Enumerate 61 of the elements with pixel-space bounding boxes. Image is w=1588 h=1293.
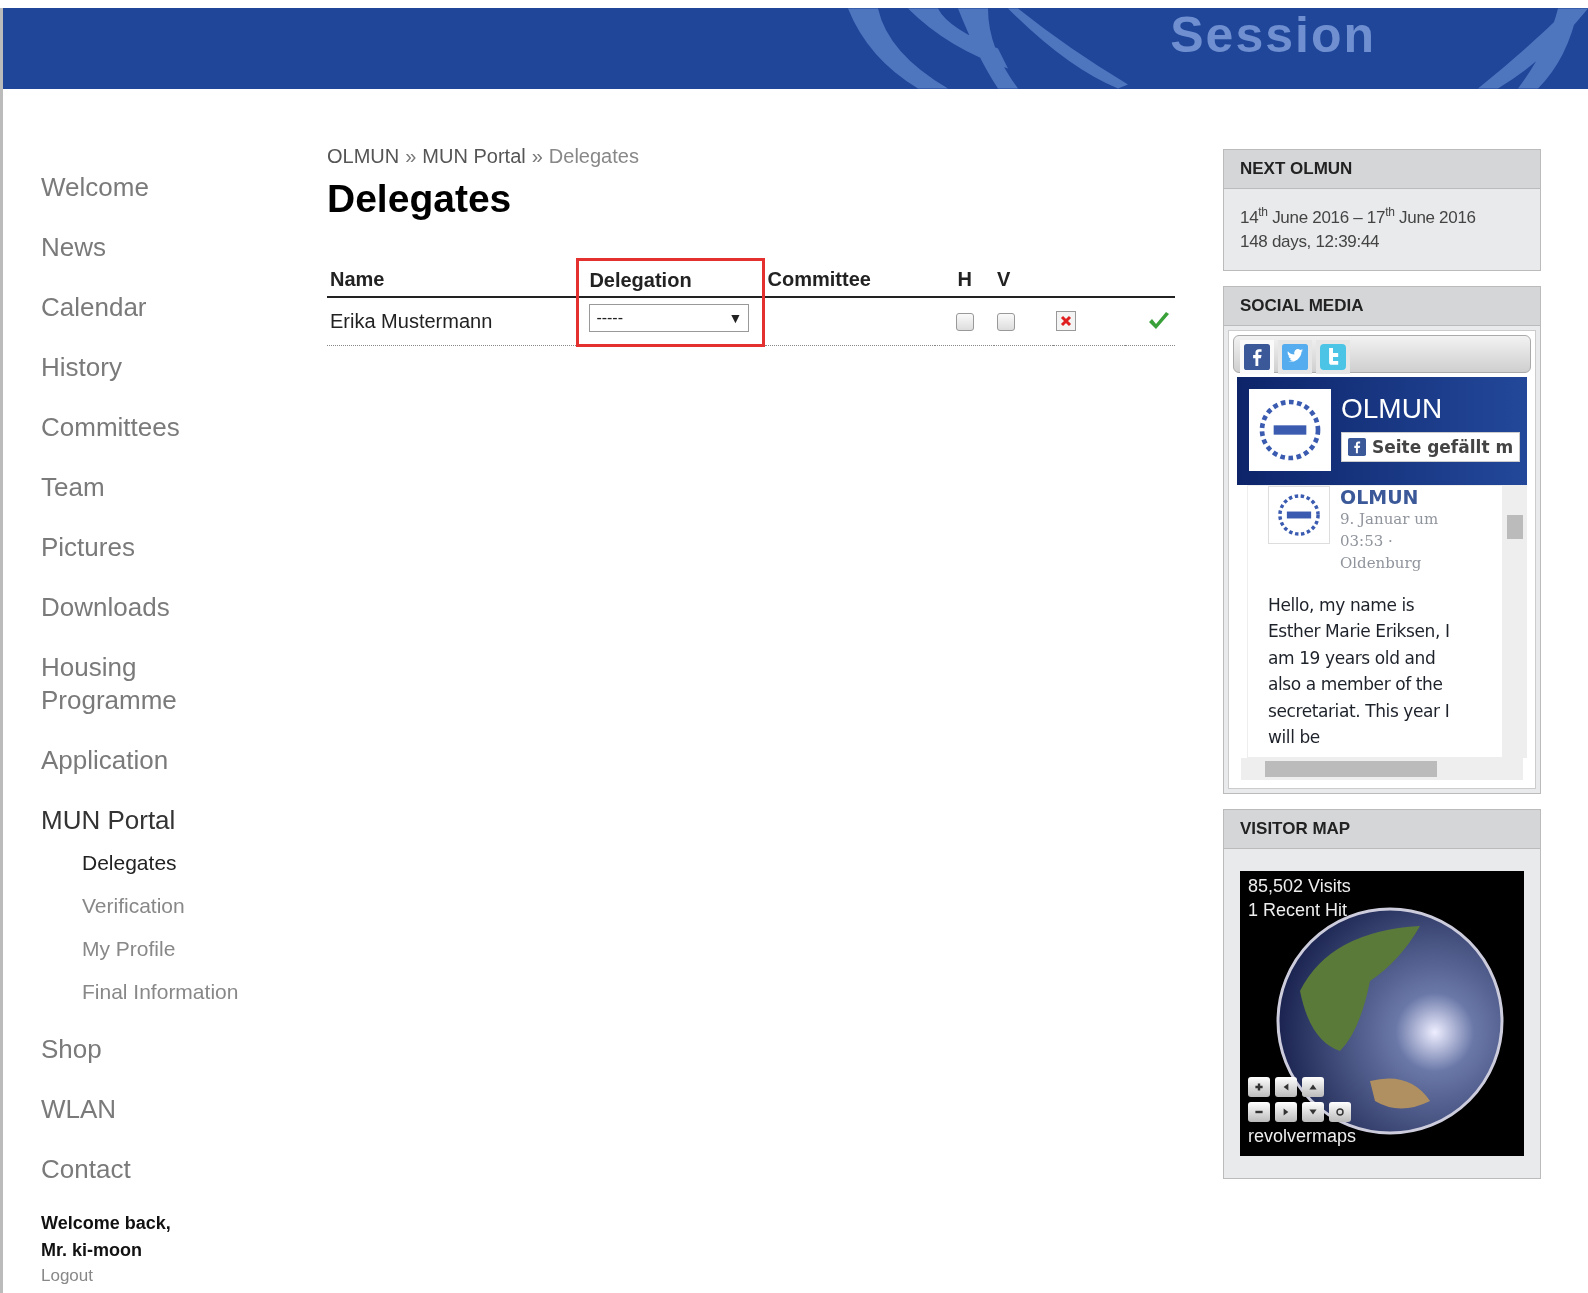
nav-item[interactable]: Application <box>41 744 241 777</box>
event-dates: 14$^{th}$ June 2016 – 17$^{th}$ June 2016 <box>1240 205 1477 228</box>
column-header: V <box>994 259 1053 297</box>
nav-item[interactable]: Committees <box>41 411 241 444</box>
column-header: H <box>935 259 995 297</box>
breadcrumb-current: Delegates <box>548 145 639 168</box>
nav-item[interactable]: WLAN <box>41 1093 241 1126</box>
table-cell: Erika Mustermann <box>327 297 578 346</box>
subnav-item[interactable]: Verification <box>82 892 295 920</box>
panel-title: VISITOR MAP <box>1224 809 1540 849</box>
banner-title: Session <box>1170 8 1376 63</box>
nav-item[interactable]: Pictures <box>41 531 241 564</box>
vertical-scrollbar[interactable] <box>1503 484 1527 758</box>
nav-item[interactable]: News <box>41 231 241 264</box>
post-meta: 9. Januar um 03:53 · Oldenburg <box>1340 508 1440 574</box>
breadcrumb-separator: » <box>531 145 543 168</box>
page-title: Delegates <box>327 176 513 222</box>
user-name: Mr. ki-moon <box>41 1239 143 1262</box>
post-author[interactable]: OLMUN <box>1340 485 1470 508</box>
center-icon[interactable] <box>1329 1101 1351 1122</box>
post-text: Hello, my name is Esther Marie Eriksen, I am 19 years old and also a member of the secretariat. This year I will be <box>1268 593 1451 750</box>
breadcrumb-separator: » <box>405 145 417 168</box>
nav-item[interactable]: Contact <box>41 1153 241 1186</box>
breadcrumb-link[interactable]: MUN Portal <box>422 145 526 168</box>
column-header: Name <box>327 259 578 297</box>
nav-item[interactable]: Team <box>41 471 241 504</box>
delete-icon[interactable] <box>1056 311 1076 331</box>
v-checkbox[interactable] <box>997 313 1016 332</box>
recent-hits: 1 Recent Hit <box>1248 899 1348 921</box>
page-name: OLMUN <box>1341 392 1443 425</box>
breadcrumb-link[interactable]: OLMUN <box>327 145 400 168</box>
nav-item[interactable]: Welcome <box>41 171 241 204</box>
facebook-icon <box>1348 437 1366 456</box>
h-checkbox[interactable] <box>955 313 974 332</box>
logout-link[interactable]: Logout <box>41 1264 295 1288</box>
visit-count: 85,502 Visits <box>1248 875 1351 897</box>
column-header: Delegation <box>577 259 764 297</box>
column-header: Committee <box>763 259 936 297</box>
welcome-text: Welcome back, <box>41 1212 172 1235</box>
nav-item[interactable]: Calendar <box>41 291 241 324</box>
subnav-item[interactable]: My Profile <box>82 935 295 963</box>
t-letter-icon <box>1320 343 1346 370</box>
like-button[interactable]: Seite gefällt m <box>1341 431 1521 462</box>
subnav-item[interactable]: Delegates <box>82 849 295 877</box>
nav-item[interactable]: History <box>41 351 241 384</box>
zoom-in-icon[interactable] <box>1248 1076 1270 1097</box>
social-tab[interactable] <box>1240 339 1274 374</box>
facebook-icon <box>1244 343 1270 370</box>
bird-icon <box>1282 343 1308 370</box>
zoom-out-icon[interactable] <box>1248 1101 1270 1122</box>
horizontal-scrollbar[interactable] <box>1241 757 1523 780</box>
nav-item[interactable]: Housing Programme <box>41 651 241 717</box>
nav-item[interactable]: MUN Portal <box>41 804 241 837</box>
panel-title: NEXT OLMUN <box>1224 150 1540 189</box>
countdown: 148 days, 12:39:44 <box>1240 231 1381 252</box>
nav-item[interactable]: Downloads <box>41 591 241 624</box>
delegation-select[interactable]: ----- ▼ <box>589 304 750 332</box>
subnav-item[interactable]: Final Information <box>82 978 295 1006</box>
nav-item[interactable]: Shop <box>41 1033 241 1066</box>
panel-title: SOCIAL MEDIA <box>1224 286 1540 326</box>
map-brand: revolvermaps <box>1248 1125 1357 1147</box>
